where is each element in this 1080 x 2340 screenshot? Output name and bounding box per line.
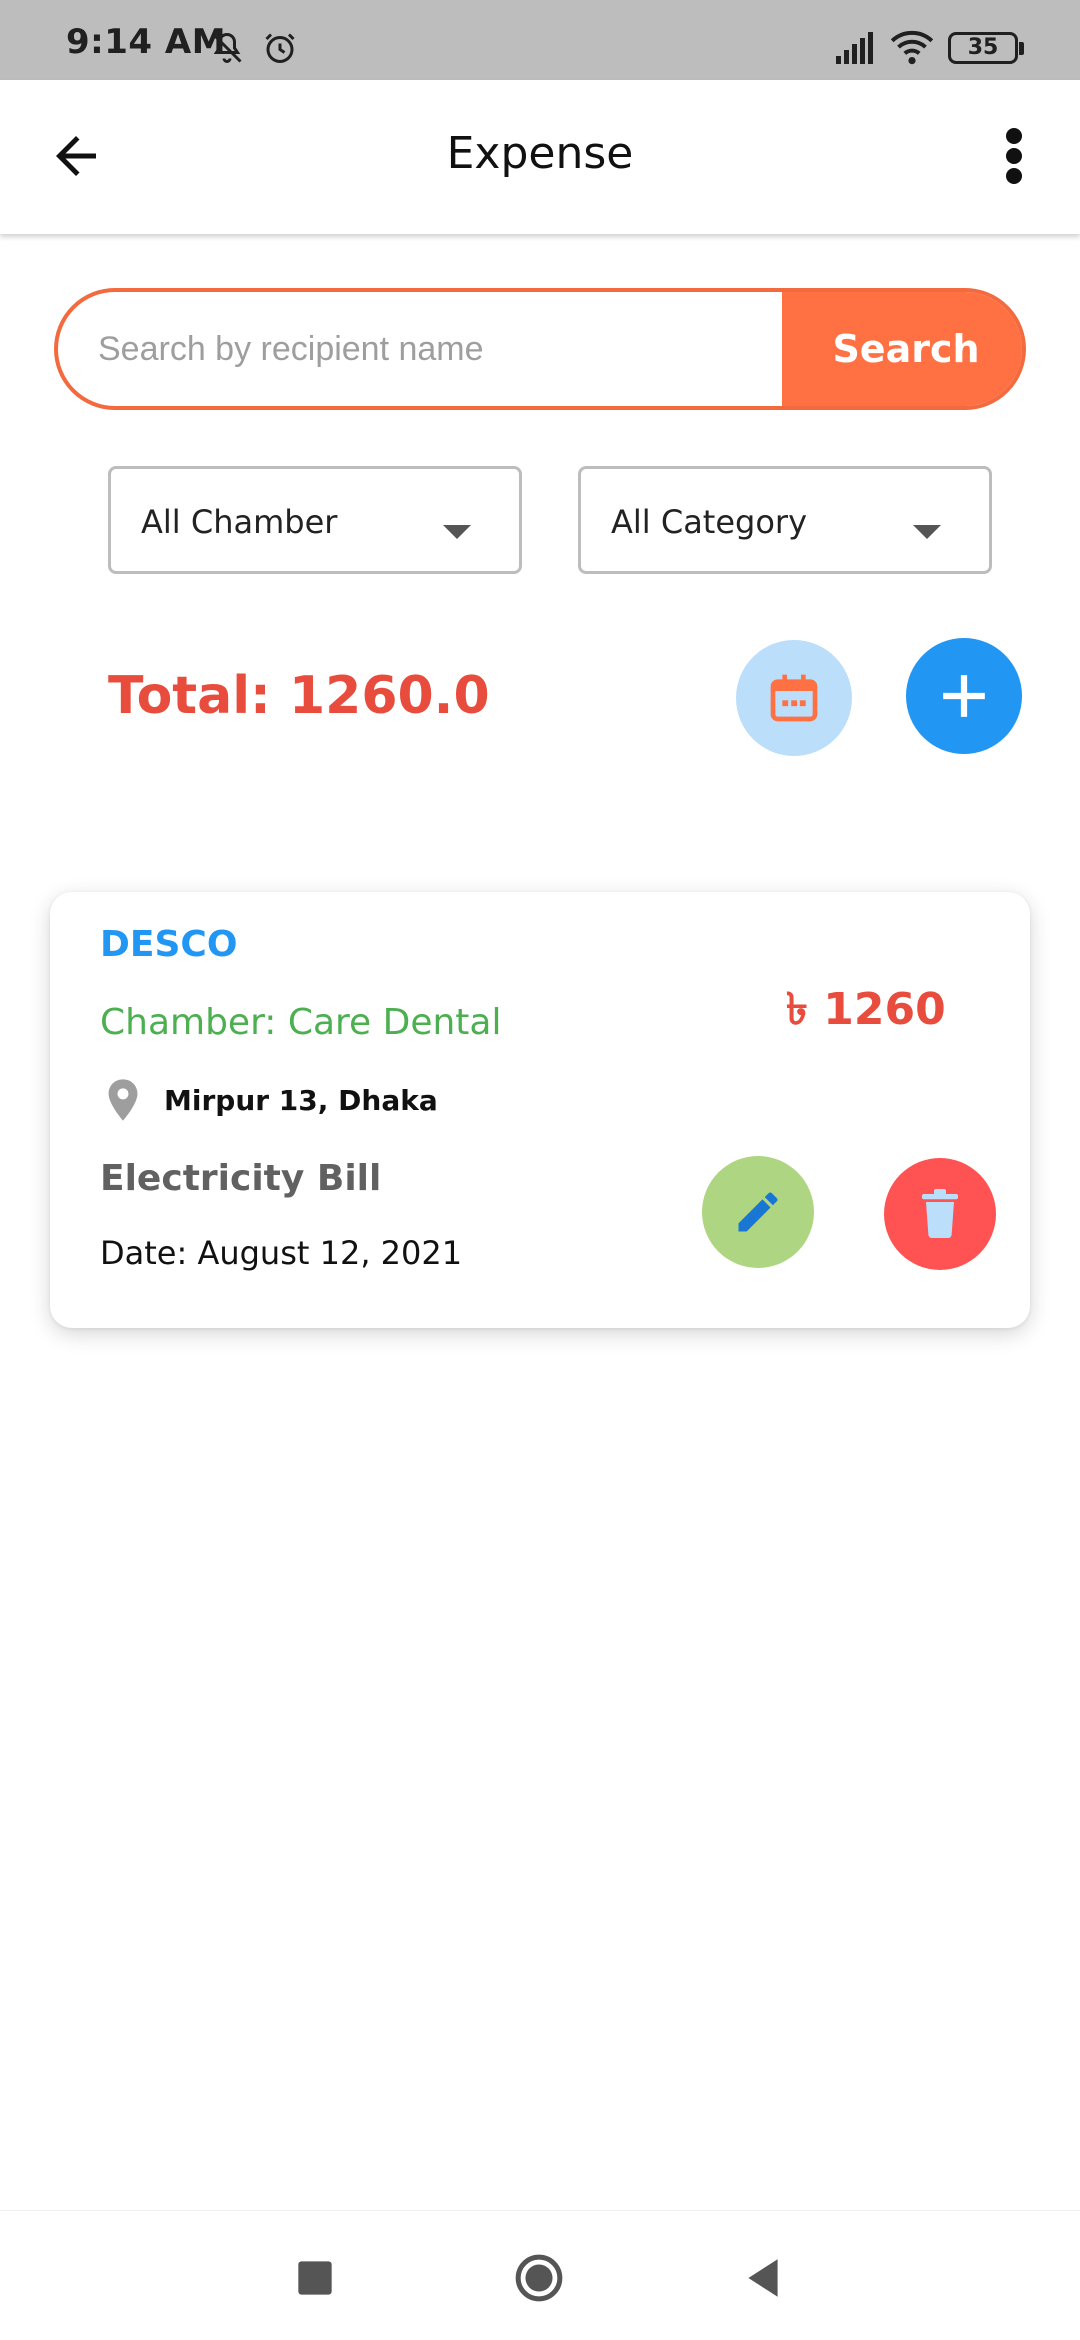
search-input[interactable] bbox=[58, 292, 778, 406]
search-button[interactable]: Search bbox=[782, 292, 1022, 406]
chamber-dropdown[interactable]: All Chamber bbox=[108, 466, 522, 574]
edit-button[interactable] bbox=[702, 1156, 814, 1268]
alarm-icon bbox=[265, 33, 295, 63]
trash-icon bbox=[922, 1189, 958, 1239]
page-title: Expense bbox=[446, 128, 634, 179]
status-bar: 9:14 AM 35 bbox=[0, 0, 1080, 80]
plus-icon bbox=[943, 675, 985, 717]
recents-icon[interactable] bbox=[290, 2253, 340, 2303]
system-nav-bar bbox=[0, 2210, 1080, 2340]
expense-amount: ৳ 1260 bbox=[786, 984, 946, 1035]
dropdown-arrow-icon bbox=[443, 525, 471, 539]
home-icon[interactable] bbox=[514, 2253, 564, 2303]
more-vert-icon[interactable] bbox=[994, 124, 1034, 188]
signal-icon bbox=[836, 32, 873, 64]
search-bar: Search bbox=[54, 288, 1026, 410]
battery-icon: 35 bbox=[948, 32, 1024, 64]
status-time: 9:14 AM bbox=[66, 22, 227, 62]
back-nav-icon[interactable] bbox=[738, 2253, 788, 2303]
total-amount: Total: 1260.0 bbox=[108, 666, 490, 726]
dropdown-arrow-icon bbox=[913, 525, 941, 539]
expense-recipient: DESCO bbox=[100, 924, 238, 965]
expense-chamber: Chamber: Care Dental bbox=[100, 1002, 502, 1043]
chamber-dropdown-value: All Chamber bbox=[141, 503, 338, 541]
battery-level: 35 bbox=[967, 35, 999, 60]
location-pin-icon bbox=[108, 1079, 138, 1121]
mute-icon bbox=[212, 32, 242, 63]
wifi-icon bbox=[890, 30, 934, 65]
expense-card[interactable]: DESCO Chamber: Care Dental ৳ 1260 Mirpur… bbox=[50, 892, 1030, 1328]
calendar-icon bbox=[770, 674, 818, 722]
add-expense-button[interactable] bbox=[906, 638, 1022, 754]
expense-category: Electricity Bill bbox=[100, 1158, 382, 1199]
delete-button[interactable] bbox=[884, 1158, 996, 1270]
expense-location: Mirpur 13, Dhaka bbox=[164, 1084, 438, 1117]
pencil-icon bbox=[738, 1192, 778, 1232]
category-dropdown[interactable]: All Category bbox=[578, 466, 992, 574]
date-filter-button[interactable] bbox=[736, 640, 852, 756]
app-bar: Expense bbox=[0, 80, 1080, 234]
expense-date: Date: August 12, 2021 bbox=[100, 1234, 463, 1272]
category-dropdown-value: All Category bbox=[611, 503, 808, 541]
